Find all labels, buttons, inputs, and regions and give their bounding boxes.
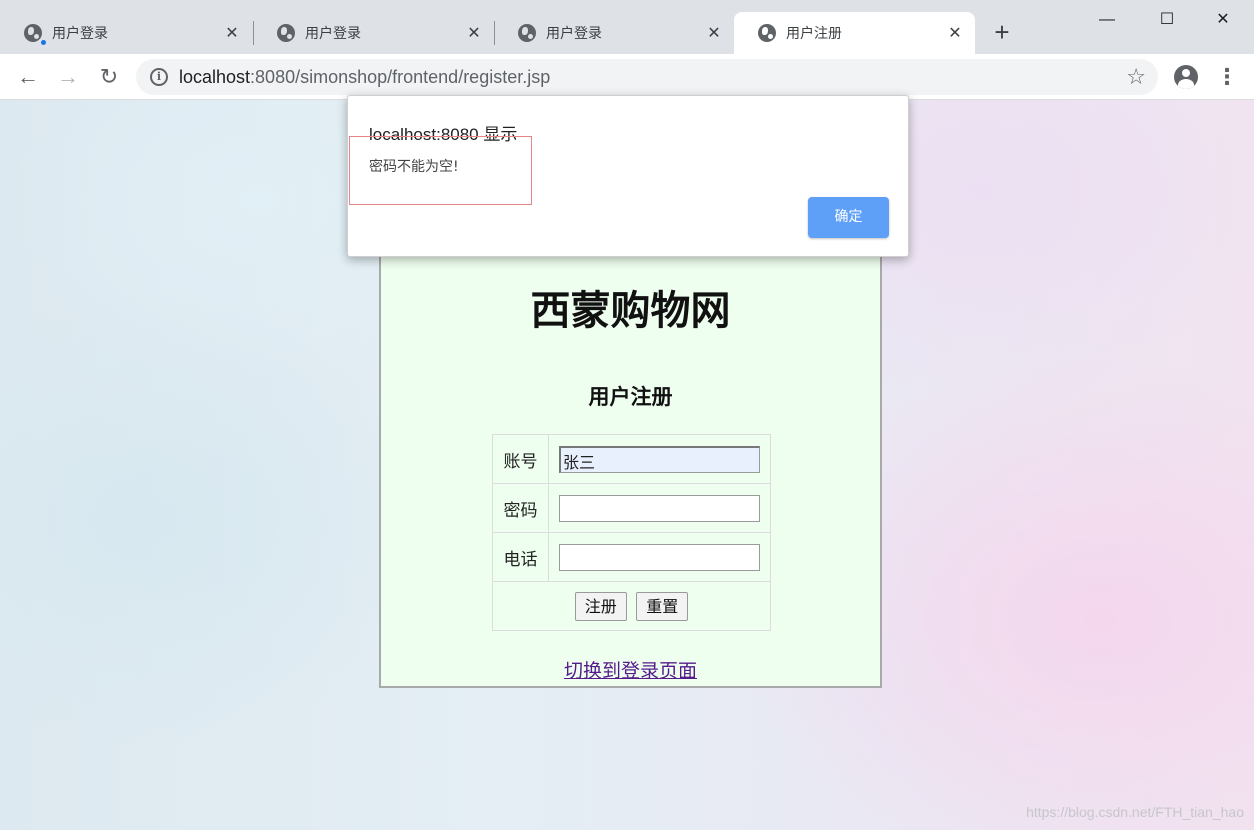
switch-to-login-link[interactable]: 切换到登录页面 bbox=[381, 656, 880, 683]
tab-user-register[interactable]: 用户注册 ✕ bbox=[734, 12, 975, 54]
register-form-table: 账号 张三 密码 电话 注册 重置 bbox=[492, 434, 771, 631]
ok-button[interactable]: 确定 bbox=[808, 197, 889, 238]
url-host: localhost bbox=[179, 67, 251, 87]
table-row: 注册 重置 bbox=[492, 581, 771, 631]
table-row: 账号 张三 bbox=[492, 434, 771, 484]
tab-title: 用户注册 bbox=[786, 25, 842, 41]
close-icon[interactable]: ✕ bbox=[706, 23, 722, 43]
phone-input[interactable] bbox=[559, 543, 760, 571]
menu-icon[interactable]: ⋮ bbox=[1216, 62, 1238, 92]
url-text[interactable]: localhost:8080/simonshop/frontend/regist… bbox=[179, 67, 550, 88]
tab-title: 用户登录 bbox=[52, 25, 108, 41]
info-icon[interactable]: i bbox=[150, 68, 168, 86]
alert-dialog: localhost:8080 显示 密码不能为空! 确定 bbox=[347, 95, 909, 257]
phone-label: 电话 bbox=[492, 532, 549, 582]
table-row: 密码 bbox=[492, 483, 771, 533]
register-panel: 西蒙购物网 用户注册 账号 张三 密码 电话 注册 重置 切换到登录页面 bbox=[379, 248, 882, 688]
password-input[interactable] bbox=[559, 494, 760, 522]
close-window-button[interactable]: ✕ bbox=[1200, 6, 1246, 34]
globe-icon bbox=[24, 24, 42, 42]
tab-user-login-3[interactable]: 用户登录 ✕ bbox=[494, 12, 734, 54]
account-icon[interactable] bbox=[1174, 65, 1198, 89]
close-icon[interactable]: ✕ bbox=[947, 23, 963, 43]
password-label: 密码 bbox=[492, 483, 549, 533]
reset-button[interactable]: 重置 bbox=[636, 591, 689, 621]
maximize-button[interactable]: ☐ bbox=[1144, 6, 1190, 34]
tab-title: 用户登录 bbox=[546, 25, 602, 41]
dialog-message: 密码不能为空! bbox=[369, 159, 459, 175]
minimize-button[interactable]: — bbox=[1084, 6, 1130, 34]
reload-button[interactable]: ↻ bbox=[94, 62, 124, 92]
globe-icon bbox=[277, 24, 295, 42]
back-button[interactable]: ← bbox=[13, 62, 43, 92]
star-icon[interactable]: ☆ bbox=[1126, 64, 1146, 90]
forward-button[interactable]: → bbox=[53, 62, 83, 92]
close-icon[interactable]: ✕ bbox=[466, 23, 482, 43]
form-title: 用户注册 bbox=[588, 385, 673, 409]
site-title: 西蒙购物网 bbox=[530, 288, 731, 334]
table-row: 电话 bbox=[492, 532, 771, 582]
globe-icon bbox=[758, 24, 776, 42]
username-input[interactable]: 张三 bbox=[559, 445, 760, 473]
tab-user-login-2[interactable]: 用户登录 ✕ bbox=[253, 12, 494, 54]
tab-strip: 用户登录 ✕ 用户登录 ✕ 用户登录 ✕ 用户注册 ✕ + — ☐ ✕ bbox=[0, 0, 1254, 54]
register-button[interactable]: 注册 bbox=[574, 591, 627, 621]
close-icon[interactable]: ✕ bbox=[224, 23, 240, 43]
watermark: https://blog.csdn.net/FTH_tian_hao bbox=[1026, 804, 1244, 820]
globe-icon bbox=[518, 24, 536, 42]
browser-toolbar: ← → ↻ i localhost:8080/simonshop/fronten… bbox=[0, 54, 1254, 100]
tab-user-login-1[interactable]: 用户登录 ✕ bbox=[0, 12, 252, 54]
username-label: 账号 bbox=[492, 434, 549, 484]
address-bar[interactable]: i localhost:8080/simonshop/frontend/regi… bbox=[136, 59, 1158, 95]
url-path: :8080/simonshop/frontend/register.jsp bbox=[250, 67, 551, 87]
loading-dot-icon bbox=[40, 39, 47, 46]
new-tab-button[interactable]: + bbox=[988, 18, 1016, 46]
tab-title: 用户登录 bbox=[305, 25, 361, 41]
